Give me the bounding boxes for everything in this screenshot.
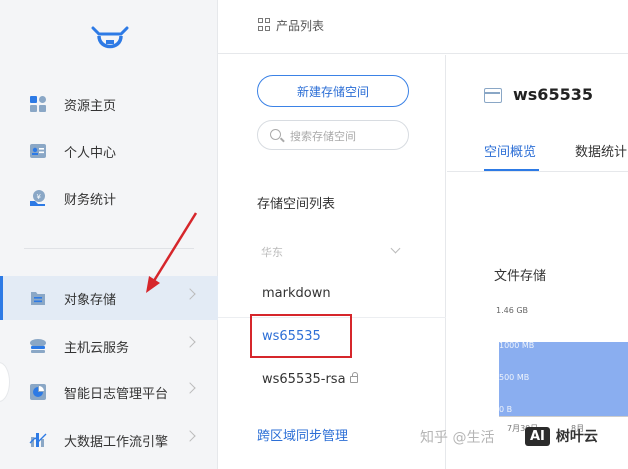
data-workflow-icon bbox=[28, 430, 48, 450]
watermark-text: 知乎 @生活 bbox=[420, 430, 495, 446]
pie-chart-icon bbox=[28, 382, 48, 402]
bucket-icon bbox=[484, 88, 502, 103]
sidebar-item-finance[interactable]: ¥ 财务统计 bbox=[0, 176, 218, 220]
search-icon bbox=[270, 129, 281, 140]
sidebar-item-label: 大数据工作流引擎 bbox=[64, 434, 169, 450]
sidebar-item-label: 智能日志管理平台 bbox=[64, 386, 169, 402]
region-selector[interactable]: 华东 bbox=[261, 244, 283, 260]
search-placeholder: 搜索存储空间 bbox=[290, 130, 356, 143]
breadcrumb[interactable]: 产品列表 bbox=[276, 17, 324, 34]
tab-statistics[interactable]: 数据统计 bbox=[575, 141, 627, 160]
y-axis-label-500: 500 MB bbox=[499, 373, 530, 382]
chevron-down-icon[interactable] bbox=[390, 243, 401, 254]
tabs-divider bbox=[447, 171, 628, 172]
id-card-icon bbox=[28, 141, 48, 161]
watermark-brand: 树叶云 bbox=[555, 429, 598, 445]
x-axis bbox=[499, 416, 628, 417]
sidebar-item-log-platform[interactable]: 智能日志管理平台 bbox=[0, 370, 218, 414]
chevron-right-icon bbox=[184, 430, 196, 442]
logo-icon bbox=[91, 26, 129, 49]
finance-icon: ¥ bbox=[28, 188, 48, 208]
cross-region-sync-link[interactable]: 跨区域同步管理 bbox=[257, 425, 348, 444]
cloud-server-icon bbox=[28, 336, 48, 356]
sidebar-item-object-storage[interactable]: 对象存储 bbox=[0, 276, 218, 320]
bucket-item-ws65535-rsa[interactable]: ws65535-rsa bbox=[262, 372, 358, 387]
dashboard-icon bbox=[28, 94, 48, 114]
grid-icon bbox=[258, 18, 271, 31]
sidebar-item-profile[interactable]: 个人中心 bbox=[0, 129, 218, 173]
sidebar-item-data-workflow[interactable]: 大数据工作流引擎 bbox=[0, 418, 218, 462]
new-storage-button[interactable]: 新建存储空间 bbox=[257, 75, 409, 107]
sidebar-item-label: 对象存储 bbox=[64, 292, 117, 308]
sidebar-item-label: 主机云服务 bbox=[64, 340, 130, 356]
y-axis-label-1000: 1000 MB bbox=[499, 341, 535, 350]
sidebar-item-label: 资源主页 bbox=[64, 98, 117, 114]
top-bar: 产品列表 bbox=[218, 0, 628, 54]
sidebar-item-dashboard[interactable]: 资源主页 bbox=[0, 82, 218, 126]
sidebar-divider bbox=[24, 248, 194, 249]
lock-icon bbox=[349, 372, 358, 383]
bucket-detail-panel: ws65535 空间概览 数据统计 文件存储 1.46 GB 1000 MB 5… bbox=[447, 55, 628, 469]
chevron-right-icon bbox=[184, 382, 196, 394]
file-storage-title: 文件存储 bbox=[494, 269, 547, 284]
watermark-badge: AI 树叶云 bbox=[525, 422, 598, 450]
chevron-right-icon bbox=[184, 336, 196, 348]
sidebar-item-cloud-server[interactable]: 主机云服务 bbox=[0, 324, 218, 368]
document-storage-icon bbox=[28, 288, 48, 308]
bucket-title: ws65535 bbox=[513, 85, 593, 104]
sidebar-item-label: 个人中心 bbox=[64, 145, 117, 161]
chevron-right-icon bbox=[184, 288, 196, 300]
sidebar-item-label: 财务统计 bbox=[64, 192, 117, 208]
sidebar: 资源主页 个人中心 ¥ 财务统计 对象存储 主机云服务 智能日志管理平台 大数据… bbox=[0, 0, 218, 469]
storage-list-title: 存储空间列表 bbox=[257, 197, 336, 212]
watermark-logo: AI bbox=[525, 426, 550, 446]
tab-overview[interactable]: 空间概览 bbox=[484, 141, 536, 160]
bucket-item-markdown[interactable]: markdown bbox=[262, 286, 331, 301]
selection-highlight-box bbox=[250, 314, 352, 358]
y-axis-label-zero: 0 B bbox=[499, 405, 513, 414]
svg-text:¥: ¥ bbox=[37, 193, 42, 201]
bucket-item-label: ws65535-rsa bbox=[262, 372, 346, 387]
storage-list-panel: 新建存储空间 搜索存储空间 存储空间列表 华东 markdown ws65535… bbox=[218, 55, 446, 469]
search-input[interactable]: 搜索存储空间 bbox=[257, 120, 409, 150]
y-axis-max-label: 1.46 GB bbox=[496, 306, 529, 315]
